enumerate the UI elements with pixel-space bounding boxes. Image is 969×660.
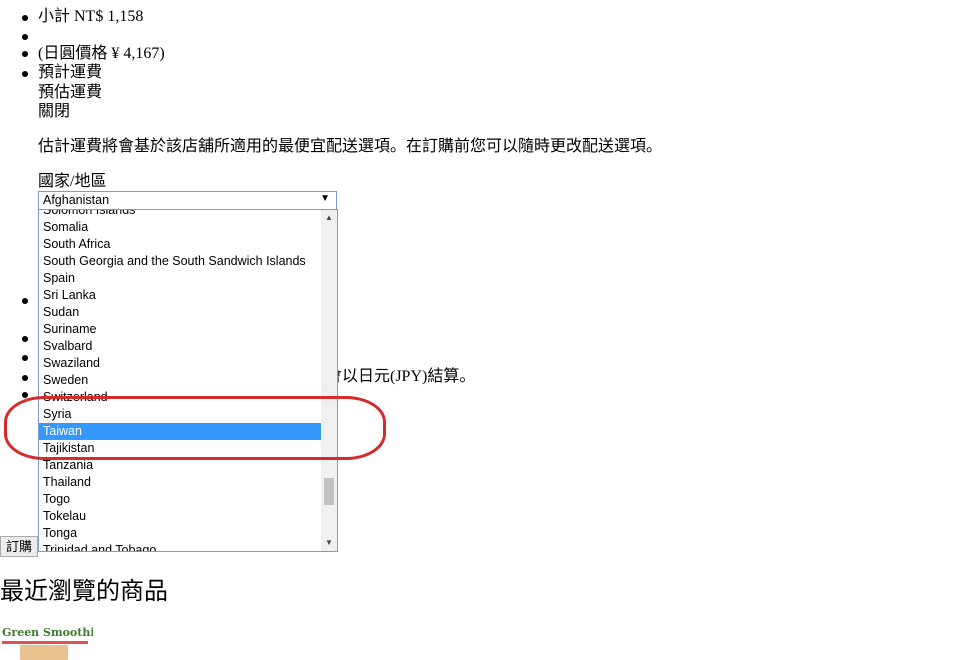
country-option[interactable]: South Africa [39, 236, 321, 253]
list-bullet [22, 71, 28, 77]
country-option[interactable]: Svalbard [39, 338, 321, 355]
product-label-stripe [2, 641, 88, 644]
country-label: 國家/地區 [38, 173, 107, 190]
options-container: Solomon Islands Somalia South Africa South … [39, 210, 321, 551]
scroll-down-icon[interactable]: ▼ [321, 535, 337, 551]
country-option[interactable]: South Georgia and the South Sandwich Isl… [39, 253, 321, 270]
list-bullet [22, 34, 28, 40]
list-bullet [22, 355, 28, 361]
buy-button[interactable]: 訂購 [0, 536, 38, 557]
list-bullet [22, 15, 28, 21]
list-bullet [22, 336, 28, 342]
country-option[interactable]: Sweden [39, 372, 321, 389]
country-option[interactable]: Swaziland [39, 355, 321, 372]
country-select-value: Afghanistan [43, 193, 110, 207]
country-select[interactable]: Afghanistan ▼ [38, 191, 337, 210]
list-bullet [22, 298, 28, 304]
country-option[interactable]: Suriname [39, 321, 321, 338]
country-option[interactable]: Togo [39, 491, 321, 508]
list-bullet [22, 51, 28, 57]
product-pouch-image [20, 645, 68, 660]
chevron-down-icon[interactable]: ▼ [320, 193, 330, 204]
country-option[interactable]: Sri Lanka [39, 287, 321, 304]
country-option[interactable]: Tokelau [39, 508, 321, 525]
list-bullet [22, 392, 28, 398]
country-option[interactable]: Tonga [39, 525, 321, 542]
country-option[interactable]: Trinidad and Tobago [39, 542, 321, 551]
shipping-note: 估計運費將會基於該店舖所適用的最便宜配送選項。在訂購前您可以隨時更改配送選項。 [38, 138, 663, 155]
country-option[interactable]: Sudan [39, 304, 321, 321]
subtotal-text: 小計 NT$ 1,158 [38, 8, 144, 25]
listbox-scrollbar[interactable]: ▲ ▼ [321, 210, 337, 551]
country-options-list[interactable]: Solomon Islands Somalia South Africa South … [38, 209, 338, 552]
product-brand-logo: Green Smoothie [2, 626, 93, 639]
recently-viewed-title: 最近瀏覽的商品 [0, 579, 168, 605]
list-bullet [22, 375, 28, 381]
country-option[interactable]: Solomon Islands [39, 210, 321, 219]
country-option[interactable]: Thailand [39, 474, 321, 491]
shipping-title: 預計運費 [38, 64, 103, 81]
country-option[interactable]: Spain [39, 270, 321, 287]
close-link[interactable]: 關閉 [38, 102, 70, 122]
recent-product-thumbnail[interactable]: Green Smoothie [0, 626, 93, 660]
shipping-subtitle: 預估運費 [38, 84, 103, 101]
jpy-settlement-note: 會以日元(JPY)結算。 [326, 368, 476, 385]
annotation-highlight-ring [4, 396, 386, 460]
scrollbar-thumb[interactable] [324, 478, 334, 505]
jpy-price-text: (日圓價格 ¥ 4,167) [38, 45, 165, 62]
country-option[interactable]: Somalia [39, 219, 321, 236]
scroll-up-icon[interactable]: ▲ [321, 210, 337, 226]
